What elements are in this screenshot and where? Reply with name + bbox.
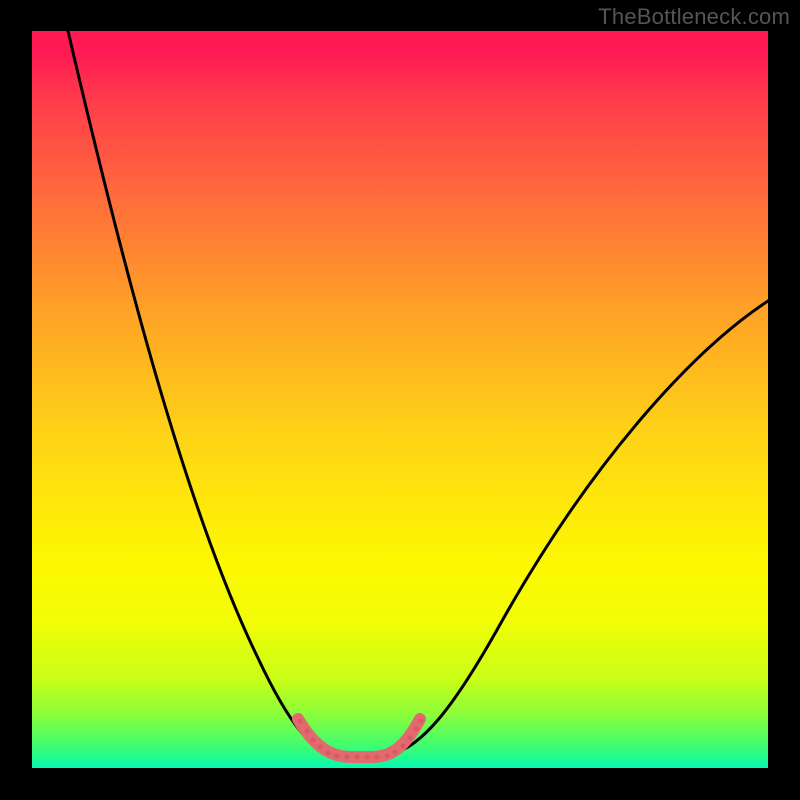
watermark-text: TheBottleneck.com [598, 4, 790, 30]
curve-minimum-highlight [298, 719, 420, 757]
curve-right [390, 301, 768, 755]
curve-left [68, 31, 334, 755]
chart [32, 31, 768, 768]
chart-overlay-svg [32, 31, 768, 768]
